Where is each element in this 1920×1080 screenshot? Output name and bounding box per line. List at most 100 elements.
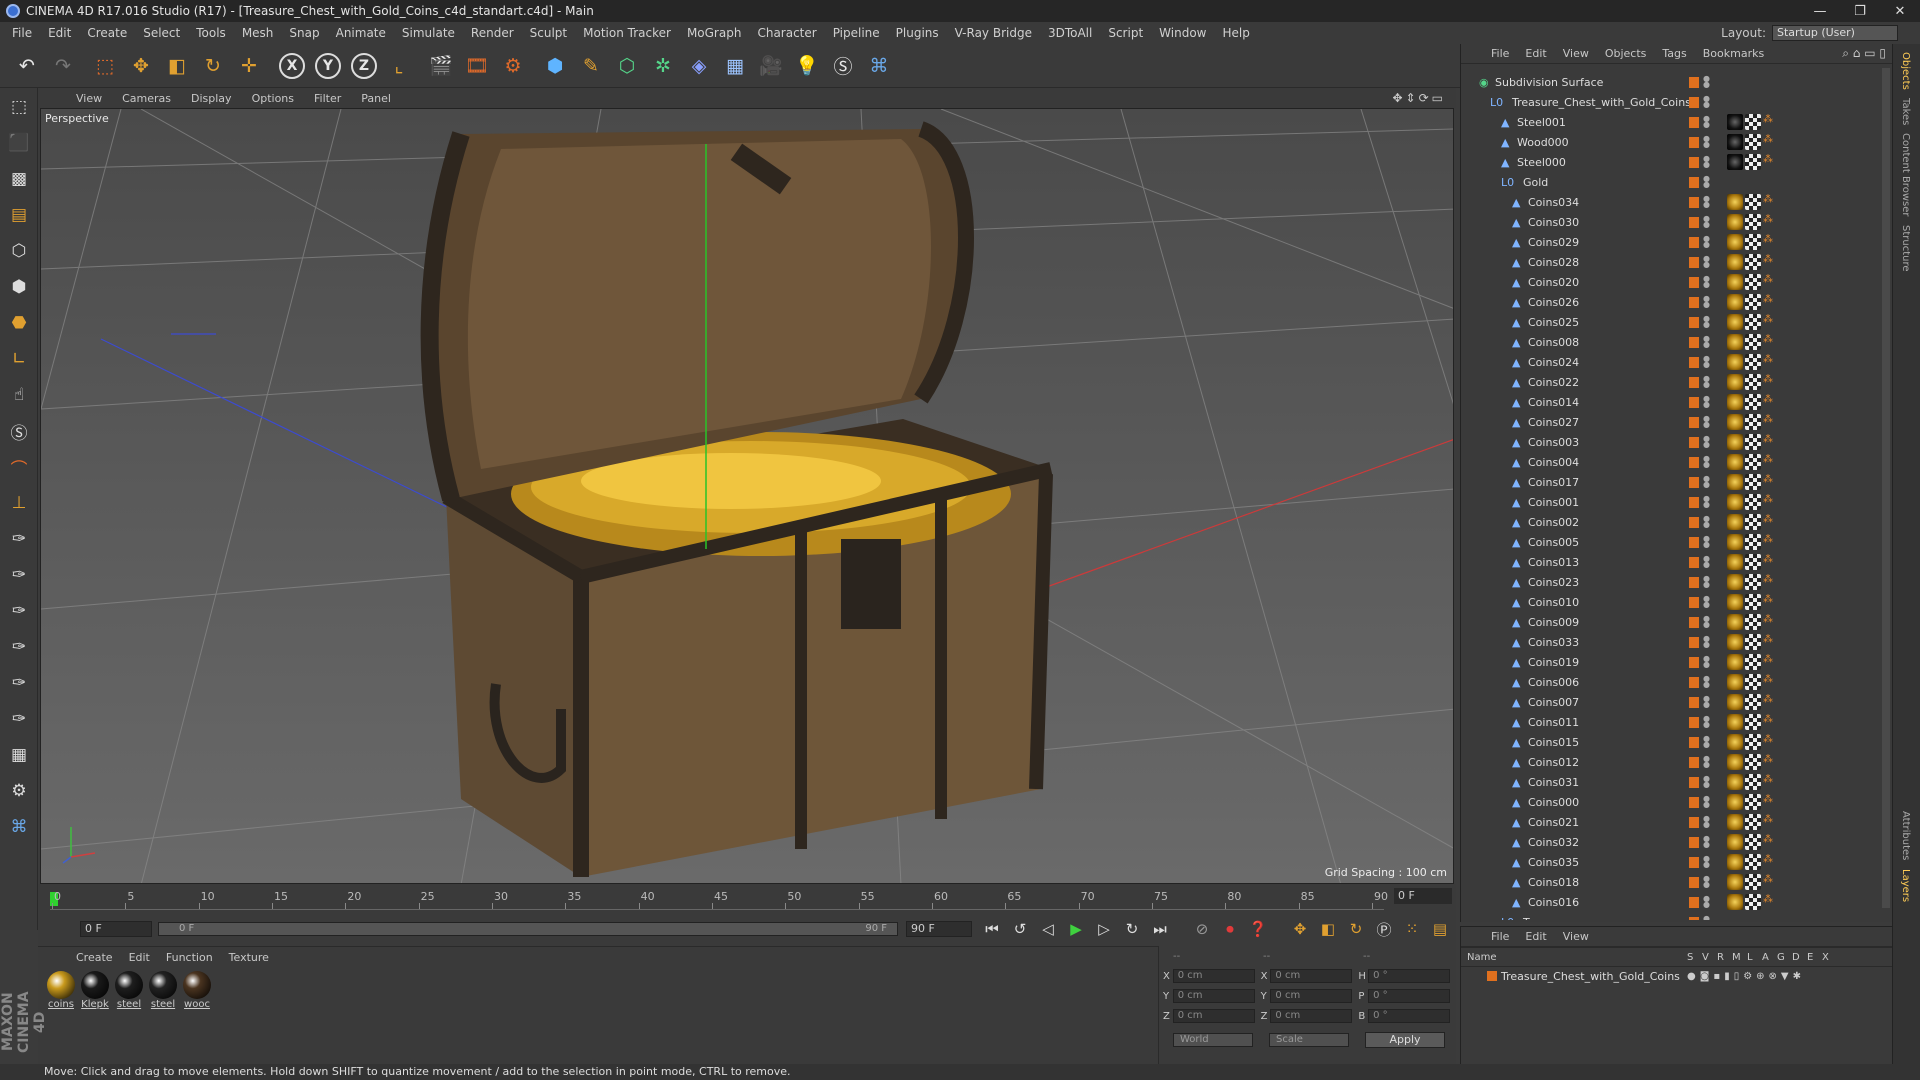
object-visibility-dots[interactable]: ●● (1703, 675, 1710, 689)
phong-tag-icon[interactable]: ⁂ (1763, 514, 1775, 530)
phong-tag-icon[interactable]: ⁂ (1763, 474, 1775, 490)
material-tag-icon[interactable] (1727, 574, 1743, 590)
object-row[interactable]: ▲ Coins013 ● ● ⁂ (1461, 552, 1881, 572)
menu-create[interactable]: Create (79, 26, 135, 40)
phong-tag-icon[interactable]: ⁂ (1763, 734, 1775, 750)
phong-tag-icon[interactable]: ⁂ (1763, 574, 1775, 590)
menu-pipeline[interactable]: Pipeline (825, 26, 888, 40)
menu-v-ray-bridge[interactable]: V-Ray Bridge (947, 26, 1040, 40)
object-row[interactable]: ▲ Coins026 ● ● ⁂ (1461, 292, 1881, 312)
phong-tag-icon[interactable]: ⁂ (1763, 154, 1775, 170)
previous-key-icon[interactable]: ↺ (1006, 915, 1034, 943)
object-visibility-dots[interactable]: ●● (1703, 695, 1710, 709)
keyframe-selection-icon[interactable]: ❓ (1244, 915, 1272, 943)
phong-tag-icon[interactable]: ⁂ (1763, 414, 1775, 430)
object-visibility-dots[interactable]: ●● (1703, 575, 1710, 589)
key-rotation-icon[interactable]: ↻ (1342, 915, 1370, 943)
material-tag-icon[interactable] (1727, 594, 1743, 610)
rotation-field[interactable]: 0 ° (1368, 989, 1451, 1003)
phong-tag-icon[interactable]: ⁂ (1763, 334, 1775, 350)
object-row[interactable]: ▲ Coins030 ● ● ⁂ (1461, 212, 1881, 232)
camera-icon[interactable]: 🎥 (754, 49, 788, 83)
material-tag-icon[interactable] (1727, 634, 1743, 650)
layer-menu-edit[interactable]: Edit (1517, 930, 1554, 943)
object-visibility-dots[interactable]: ●● (1703, 75, 1710, 89)
object-row[interactable]: ▲ Coins000 ● ● ⁂ (1461, 792, 1881, 812)
material-tag-icon[interactable] (1727, 854, 1743, 870)
viewport-menu-options[interactable]: Options (242, 92, 304, 105)
position-field[interactable]: 0 cm (1172, 969, 1255, 983)
object-row[interactable]: L0 Gold ● ● (1461, 172, 1881, 192)
start-frame-field[interactable]: 0 F (80, 921, 152, 937)
dock-tab-takes[interactable]: Takes (1900, 98, 1911, 125)
phong-tag-icon[interactable]: ⁂ (1763, 234, 1775, 250)
uvw-tag-icon[interactable] (1745, 394, 1761, 410)
object-search-icons[interactable]: ⌕ ⌂ ▭ ▯ (1842, 46, 1886, 61)
menu-mograph[interactable]: MoGraph (679, 26, 750, 40)
go-to-end-icon[interactable]: ⏭ (1146, 915, 1174, 943)
material-tag-icon[interactable] (1727, 414, 1743, 430)
material-tag-icon[interactable] (1727, 274, 1743, 290)
phong-tag-icon[interactable]: ⁂ (1763, 854, 1775, 870)
material-tag-icon[interactable] (1727, 354, 1743, 370)
object-row[interactable]: ▲ Coins027 ● ● ⁂ (1461, 412, 1881, 432)
object-visibility-dots[interactable]: ●● (1703, 115, 1710, 129)
uvw-tag-icon[interactable] (1745, 234, 1761, 250)
key-scale-icon[interactable]: ◧ (1314, 915, 1342, 943)
floor-icon[interactable]: ▦ (718, 49, 752, 83)
menu-script[interactable]: Script (1100, 26, 1151, 40)
object-row[interactable]: ▲ Coins024 ● ● ⁂ (1461, 352, 1881, 372)
material-item[interactable]: Klepk (78, 971, 112, 1010)
uvw-tag-icon[interactable] (1745, 594, 1761, 610)
object-row[interactable]: ▲ Coins006 ● ● ⁂ (1461, 672, 1881, 692)
layer-flag-icons[interactable]: ●◙▪▮▯⚙⊕⊗▼✱ (1687, 971, 1805, 982)
timeline-ruler[interactable]: 0 5 10 15 20 25 30 35 40 45 50 55 60 65 70 75 80 85 90 (50, 884, 1388, 910)
render-settings-icon[interactable]: ⚙ (496, 49, 530, 83)
brush-tool-2-icon[interactable]: ✑ (2, 558, 36, 592)
object-row[interactable]: ▲ Coins017 ● ● ⁂ (1461, 472, 1881, 492)
uvw-tag-icon[interactable] (1745, 854, 1761, 870)
subdivision-generator-icon[interactable]: ⬡ (610, 49, 644, 83)
menu-simulate[interactable]: Simulate (394, 26, 463, 40)
object-row[interactable]: ▲ Coins025 ● ● ⁂ (1461, 312, 1881, 332)
object-row[interactable]: ▲ Coins005 ● ● ⁂ (1461, 532, 1881, 552)
uvw-tag-icon[interactable] (1745, 494, 1761, 510)
uvw-tag-icon[interactable] (1745, 774, 1761, 790)
object-visibility-dots[interactable]: ●● (1703, 635, 1710, 649)
object-visibility-dots[interactable]: ●● (1703, 135, 1710, 149)
model-mode-icon[interactable]: ⬛ (2, 126, 36, 160)
phong-tag-icon[interactable]: ⁂ (1763, 494, 1775, 510)
coordinate-mode-dropdown[interactable]: Scale (1269, 1033, 1349, 1047)
menu-animate[interactable]: Animate (328, 26, 394, 40)
object-visibility-dots[interactable]: ●● (1703, 435, 1710, 449)
material-tag-icon[interactable] (1727, 334, 1743, 350)
render-picture-viewer-icon[interactable]: 🎞 (460, 49, 494, 83)
object-row[interactable]: ▲ Coins011 ● ● ⁂ (1461, 712, 1881, 732)
previous-frame-icon[interactable]: ◁ (1034, 915, 1062, 943)
object-visibility-dots[interactable]: ●● (1703, 295, 1710, 309)
object-menu-objects[interactable]: Objects (1597, 47, 1655, 60)
key-parameter-icon[interactable]: Ⓟ (1370, 915, 1398, 943)
menu-3dtoall[interactable]: 3DToAll (1040, 26, 1100, 40)
object-visibility-dots[interactable]: ●● (1703, 495, 1710, 509)
phong-tag-icon[interactable]: ⁂ (1763, 194, 1775, 210)
phong-tag-icon[interactable]: ⁂ (1763, 354, 1775, 370)
size-field[interactable]: 0 cm (1270, 989, 1353, 1003)
material-tag-icon[interactable] (1727, 714, 1743, 730)
viewport-menu-display[interactable]: Display (181, 92, 242, 105)
material-tag-icon[interactable] (1727, 234, 1743, 250)
object-row[interactable]: ▲ Coins010 ● ● ⁂ (1461, 592, 1881, 612)
uvw-tag-icon[interactable] (1745, 554, 1761, 570)
redo-icon[interactable]: ↷ (46, 49, 80, 83)
brush-tool-6-icon[interactable]: ✑ (2, 702, 36, 736)
object-row[interactable]: ▲ Wood000 ● ● ⁂ (1461, 132, 1881, 152)
object-visibility-dots[interactable]: ●● (1703, 375, 1710, 389)
object-row[interactable]: ▲ Coins008 ● ● ⁂ (1461, 332, 1881, 352)
menu-select[interactable]: Select (135, 26, 188, 40)
uvw-tag-icon[interactable] (1745, 794, 1761, 810)
uvw-tag-icon[interactable] (1745, 354, 1761, 370)
object-row[interactable]: ▲ Coins002 ● ● ⁂ (1461, 512, 1881, 532)
dock-tab-attributes[interactable]: Attributes (1900, 811, 1911, 860)
minimize-button[interactable]: — (1800, 4, 1840, 19)
phong-tag-icon[interactable]: ⁂ (1763, 434, 1775, 450)
